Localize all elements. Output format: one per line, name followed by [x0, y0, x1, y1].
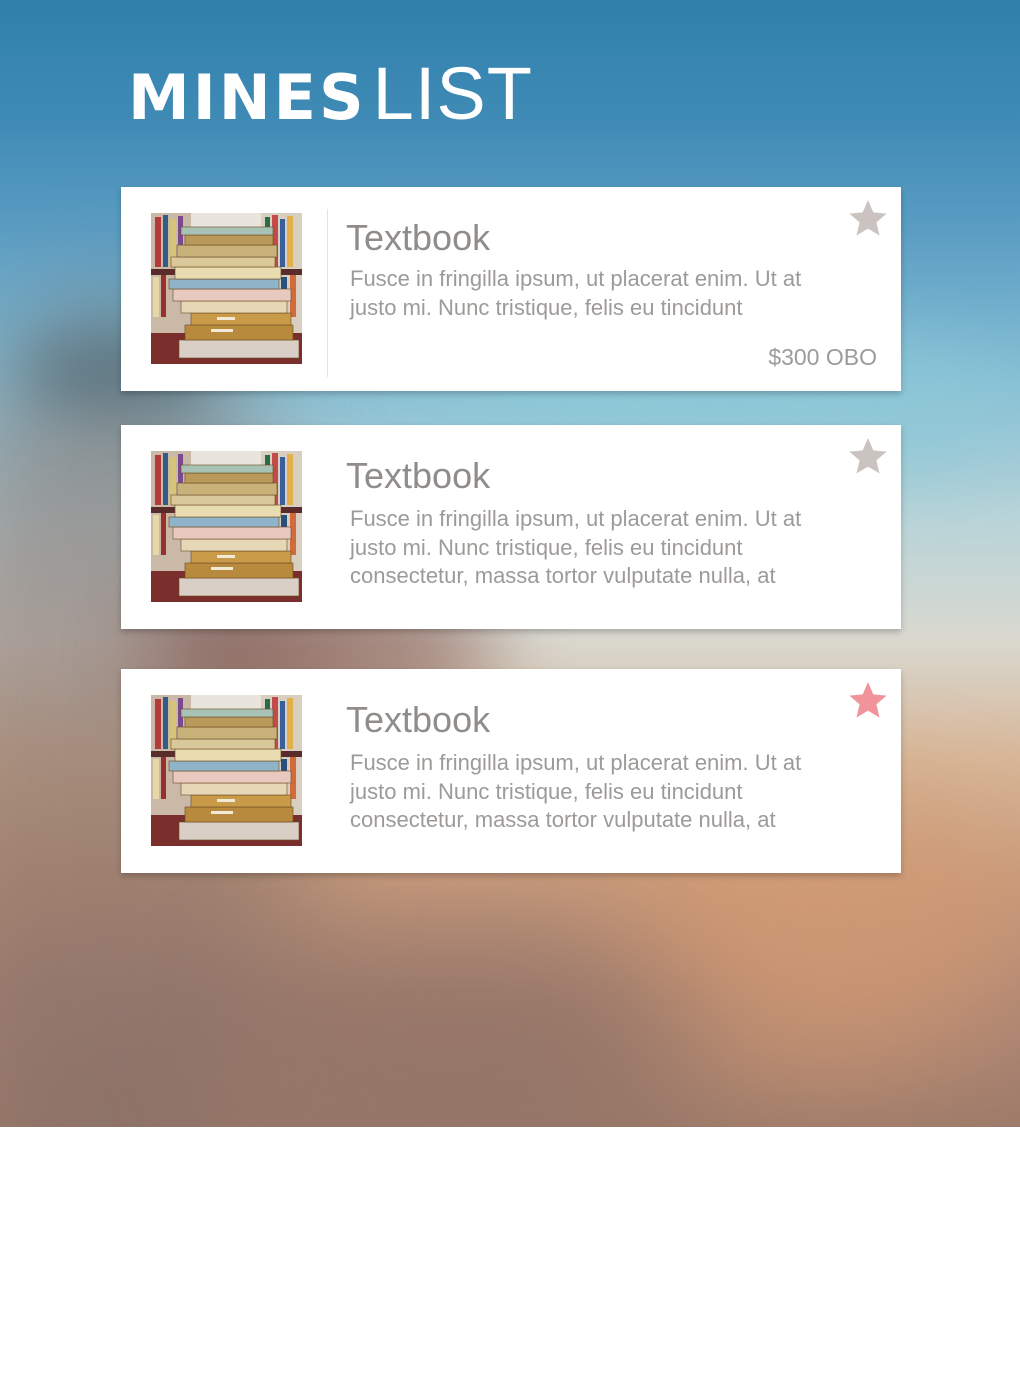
description-line: justo mi. Nunc tristique, felis eu tinci…: [350, 294, 743, 320]
description-line: Fusce in fringilla ipsum, ut placerat en…: [350, 506, 802, 531]
listing-title: Textbook: [346, 699, 491, 740]
book-stack-image: [151, 695, 302, 846]
logo-bold-text: MINES: [128, 61, 367, 134]
listing-title: Textbook: [346, 217, 491, 258]
listing-card[interactable]: Textbook Fusce in fringilla ipsum, ut pl…: [121, 425, 901, 629]
book-stack-image: [151, 213, 302, 364]
description-line: Fusce in fringilla ipsum, ut placerat en…: [350, 750, 802, 775]
star-icon[interactable]: [847, 197, 889, 239]
description-line: Fusce in fringilla ipsum, ut placerat en…: [350, 266, 802, 291]
description-line: justo mi. Nunc tristique, felis eu tinci…: [350, 778, 743, 804]
app-page: MINESLIST Textbook Fusce in fringilla ip…: [0, 0, 1020, 1400]
logo-light-text: LIST: [372, 52, 533, 135]
listing-description: Fusce in fringilla ipsum, ut placerat en…: [350, 749, 870, 835]
star-icon[interactable]: [847, 679, 889, 721]
listing-card[interactable]: Textbook Fusce in fringilla ipsum, ut pl…: [121, 669, 901, 873]
app-logo: MINESLIST: [128, 52, 533, 135]
listing-title: Textbook: [346, 455, 491, 496]
description-line: consectetur, massa tortor vulputate null…: [350, 563, 776, 588]
listing-card[interactable]: Textbook Fusce in fringilla ipsum, ut pl…: [121, 187, 901, 391]
listing-description: Fusce in fringilla ipsum, ut placerat en…: [350, 265, 870, 322]
listing-description: Fusce in fringilla ipsum, ut placerat en…: [350, 505, 870, 591]
description-line: justo mi. Nunc tristique, felis eu tinci…: [350, 534, 743, 560]
listing-price: $300 OBO: [768, 344, 877, 370]
description-line: consectetur, massa tortor vulputate null…: [350, 807, 776, 832]
star-icon[interactable]: [847, 435, 889, 477]
book-stack-image: [151, 451, 302, 602]
card-divider: [327, 209, 328, 377]
